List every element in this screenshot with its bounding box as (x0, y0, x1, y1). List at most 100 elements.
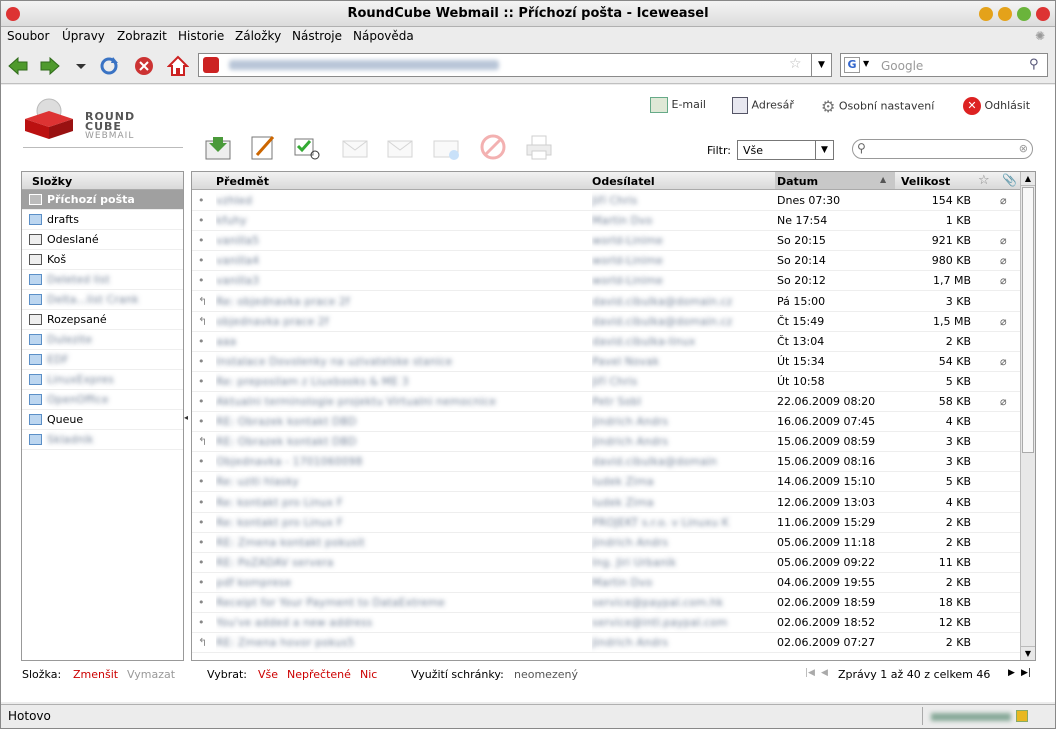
menu-view[interactable]: Zobrazit (117, 29, 167, 43)
message-row[interactable]: • vanilla3 world-Linime So 20:12 1,7 MB ⌀ (192, 271, 1020, 292)
message-row[interactable]: • Objednavka - 1701060098 david.cibulka@do… (192, 452, 1020, 473)
select-none-link[interactable]: Nic (360, 668, 377, 681)
col-size[interactable]: Velikost (901, 175, 950, 188)
col-date[interactable]: Datum ▲ (775, 172, 895, 189)
folder-item[interactable]: Rozepsané (22, 310, 183, 330)
folder-item[interactable]: Dulezite (22, 330, 183, 350)
folder-item[interactable]: Příchozí pošta (22, 190, 183, 210)
delete-icon[interactable] (479, 133, 507, 161)
message-row[interactable]: • Re: uziti hlasky ludek Zima 14.06.2009 15… (192, 472, 1020, 493)
folder-item[interactable]: Deleted list (22, 270, 183, 290)
message-list-scrollbar[interactable]: ▲ ▼ (1020, 172, 1035, 660)
col-subject[interactable]: Předmět (216, 175, 269, 188)
history-dropdown-icon[interactable] (71, 55, 93, 77)
reply-icon[interactable] (341, 133, 369, 161)
message-row[interactable]: • Instalace Dovolenky na uzivatelske stan… (192, 352, 1020, 372)
message-row[interactable]: • vanilla5 world-Linime So 20:15 921 KB ⌀ (192, 231, 1020, 252)
message-row[interactable]: • RE: Obrazek kontakt DBD Jindrich Andrs 16… (192, 412, 1020, 433)
select-unread-link[interactable]: Nepřečtené (287, 668, 351, 681)
message-row[interactable]: • RE: PoZADAV servera Ing. Jiri Urbanik 05.… (192, 553, 1020, 573)
forward-mail-icon[interactable] (432, 133, 460, 161)
message-subject: objednavka prace 2f (216, 314, 329, 328)
message-row[interactable]: ↰ RE: Zmena hovor pokus5 Jindrich Andrs 02.… (192, 633, 1020, 654)
menu-edit[interactable]: Úpravy (62, 29, 105, 43)
menu-help[interactable]: Nápověda (353, 29, 414, 43)
message-row[interactable]: • RE: Zmena kontakt pokusit Jindrich Andrs… (192, 533, 1020, 553)
google-icon[interactable]: G (844, 57, 860, 73)
splitter-handle[interactable]: ◂ (184, 413, 188, 422)
message-row[interactable]: • Re: kontakt pro Linux F ludek Zima 12.06.… (192, 493, 1020, 513)
addressbook-link[interactable]: Adresář (732, 97, 794, 114)
folder-item[interactable]: drafts (22, 210, 183, 230)
first-page-icon[interactable]: |◀ (805, 668, 815, 678)
close-button[interactable] (1017, 7, 1031, 21)
compact-link[interactable]: Zmenšit (73, 668, 118, 681)
engine-dropdown-icon[interactable]: ▼ (863, 59, 869, 68)
message-row[interactable]: • pdf komprese Martin Dvo 04.06.2009 19:55 2… (192, 573, 1020, 593)
message-row[interactable]: • kfuhy Martin Dvo Ne 17:54 1 KB (192, 211, 1020, 232)
url-dropdown-icon[interactable]: ▼ (811, 54, 831, 76)
minimize-button[interactable] (979, 7, 993, 21)
message-row[interactable]: ↰ Re: objednavka prace 2f david.cibulka@do… (192, 292, 1020, 312)
lock-icon[interactable] (1016, 710, 1028, 722)
folder-item[interactable]: Delta...list Crank (22, 290, 183, 310)
search-icon[interactable]: ⚲ (1029, 57, 1039, 72)
message-row[interactable]: • You've added a new address service@intl.… (192, 613, 1020, 634)
last-page-icon[interactable]: ▶| (1021, 668, 1031, 678)
scroll-thumb[interactable] (1022, 187, 1034, 453)
folder-item[interactable]: LinuxExpres (22, 370, 183, 390)
forward-icon[interactable] (39, 55, 61, 77)
scroll-up-icon[interactable]: ▲ (1021, 172, 1035, 186)
folder-item[interactable]: Queue (22, 410, 183, 430)
folder-item[interactable]: Odeslané (22, 230, 183, 250)
message-row[interactable]: ↰ RE: Obrazek kontakt DBD Jindrich Andrs 15… (192, 432, 1020, 453)
menu-history[interactable]: Historie (178, 29, 224, 43)
attachment-column-icon[interactable]: 📎 (1002, 173, 1017, 187)
message-row[interactable]: • aaa david.cibulka-linux Čt 13:04 2 KB (192, 332, 1020, 352)
message-row[interactable]: • vzhled Jiří Chris Dnes 07:30 154 KB ⌀ (192, 191, 1020, 211)
flag-column-icon[interactable]: ☆ (978, 173, 990, 188)
clear-search-icon[interactable]: ⊗ (1019, 142, 1028, 155)
back-icon[interactable] (7, 55, 29, 77)
col-sender[interactable]: Odesílatel (592, 175, 655, 188)
message-row[interactable]: • vanilla4 world-Linime So 20:14 980 KB ⌀ (192, 251, 1020, 272)
web-search-box[interactable]: G ▼ Google ⚲ (840, 53, 1048, 77)
scroll-down-icon[interactable]: ▼ (1021, 646, 1035, 660)
mark-icon[interactable] (293, 133, 321, 161)
compose-icon[interactable] (249, 133, 277, 161)
home-icon[interactable] (166, 55, 190, 77)
reload-icon[interactable] (98, 55, 120, 77)
message-subject: aaa (216, 334, 237, 348)
logout-link[interactable]: ✕ Odhlásit (963, 97, 1030, 115)
empty-link[interactable]: Vymazat (127, 668, 175, 681)
print-icon[interactable] (525, 133, 553, 161)
quick-search-input[interactable]: ⚲ ⊗ (852, 139, 1033, 159)
select-all-link[interactable]: Vše (258, 668, 278, 681)
menu-bookmarks[interactable]: Záložky (235, 29, 281, 43)
message-row[interactable]: • Receipt for Your Payment to DataExtreme… (192, 593, 1020, 613)
filter-select[interactable]: Vše ▼ (737, 140, 834, 160)
folder-item[interactable]: OpenOffice (22, 390, 183, 410)
maximize-button[interactable] (998, 7, 1012, 21)
reply-all-icon[interactable] (386, 133, 414, 161)
email-link[interactable]: E-mail (650, 97, 706, 113)
message-row[interactable]: ↰ objednavka prace 2f david.cibulka@domain… (192, 312, 1020, 332)
check-mail-icon[interactable] (204, 133, 232, 161)
message-row[interactable]: • Aktualni terminologie projektu Virtualn… (192, 392, 1020, 412)
bookmark-star-icon[interactable]: ☆ (789, 56, 802, 72)
menu-file[interactable]: Soubor (7, 29, 49, 43)
url-bar[interactable]: ☆ ▼ (198, 53, 832, 77)
settings-link[interactable]: ⚙ Osobní nastavení (821, 97, 934, 116)
message-row[interactable]: • Re: kontakt pro Linux F PROJEKT s.r.o. v… (192, 513, 1020, 533)
next-page-icon[interactable]: ▶ (1008, 668, 1015, 678)
folder-item[interactable]: EDF (22, 350, 183, 370)
stop-icon[interactable] (133, 55, 155, 77)
close-window-icon[interactable] (1036, 7, 1050, 21)
folder-list: Složky Příchozí pošta drafts Odeslané Koš De… (21, 171, 184, 661)
menu-tools[interactable]: Nástroje (292, 29, 342, 43)
message-size: 4 KB (945, 495, 971, 509)
folder-item[interactable]: Koš (22, 250, 183, 270)
message-row[interactable]: • Re: preposilam z Liuxbooks & ME 3 Jiří C… (192, 372, 1020, 392)
folder-item[interactable]: Skladnik (22, 430, 183, 450)
prev-page-icon[interactable]: ◀ (821, 668, 828, 678)
